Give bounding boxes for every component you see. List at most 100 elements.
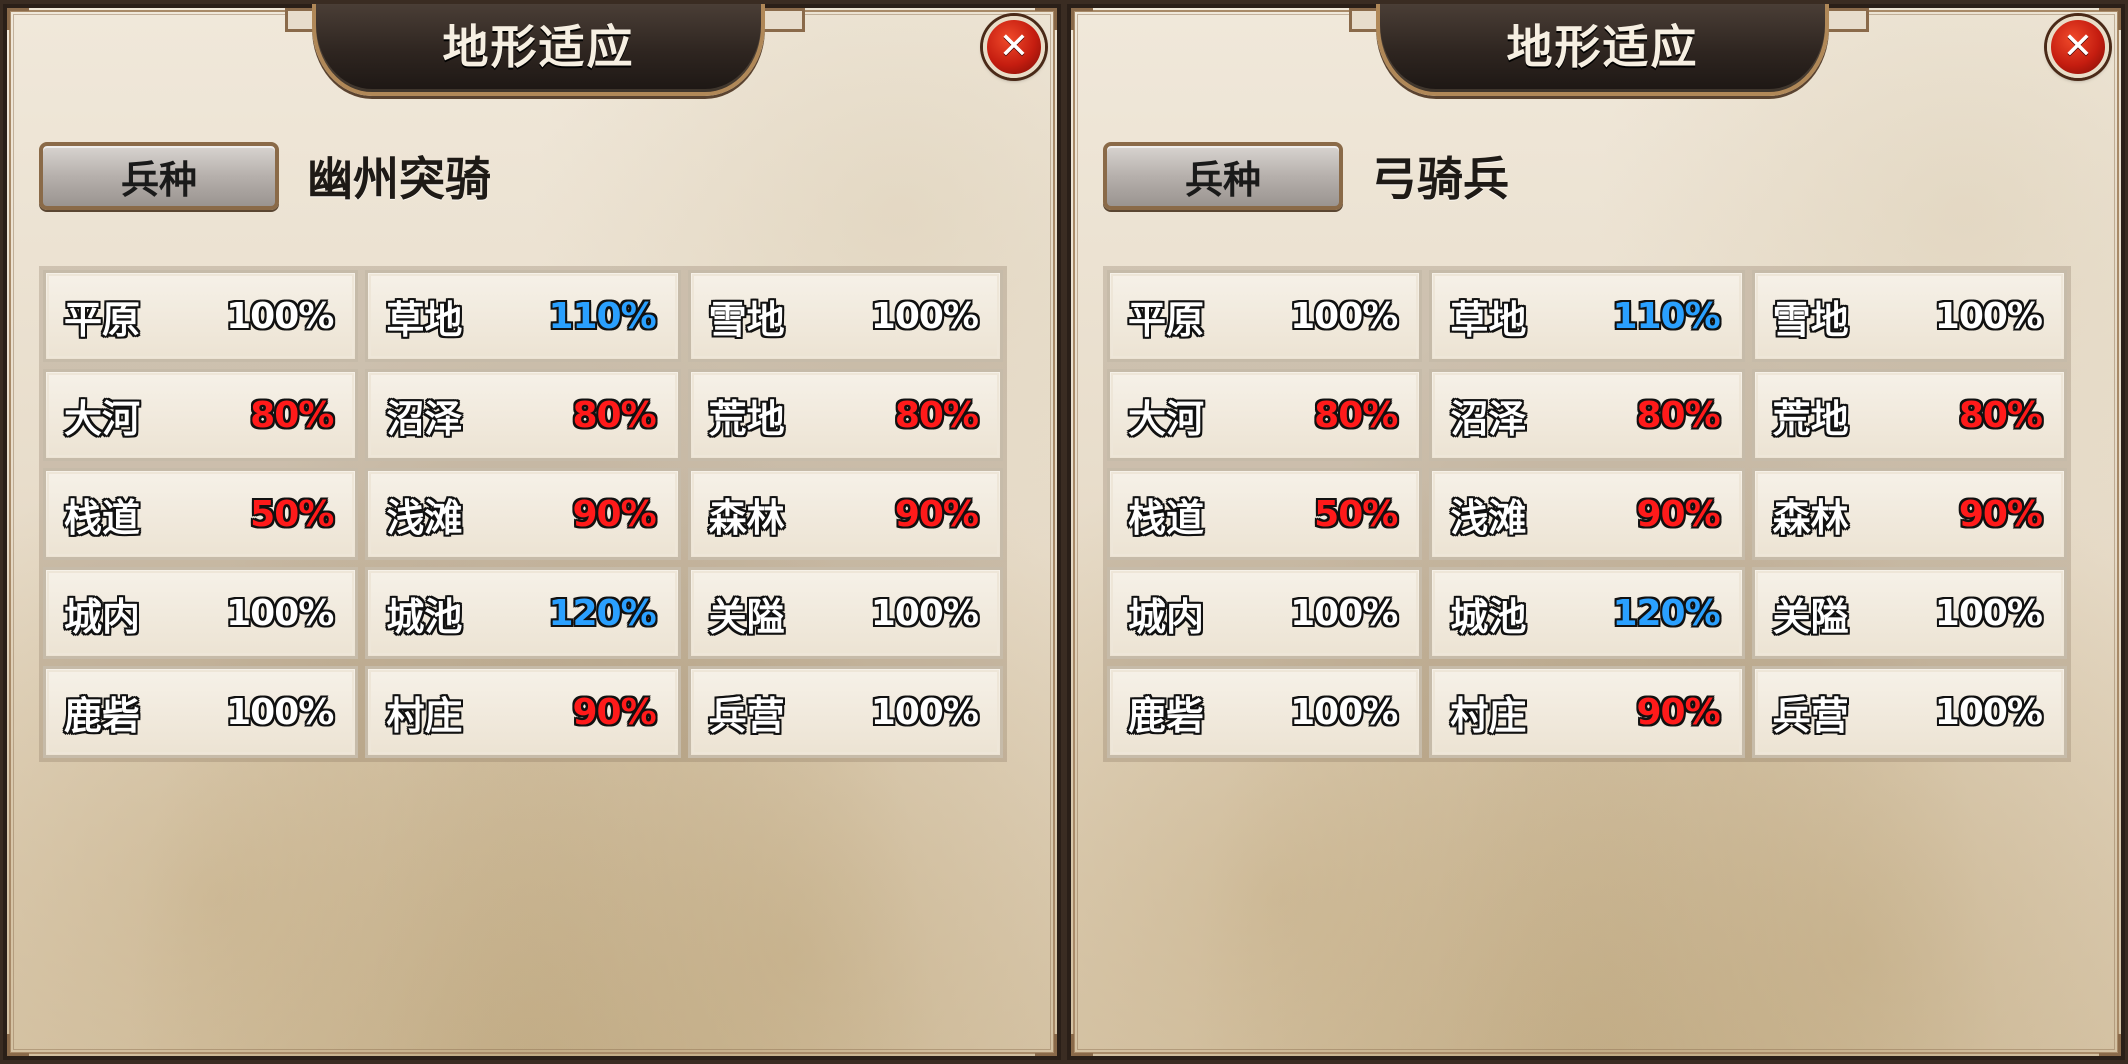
terrain-name: 村庄 xyxy=(1450,693,1527,738)
terrain-cell: 栈道 50% xyxy=(1107,468,1423,560)
terrain-value: 80% xyxy=(1314,394,1398,436)
terrain-name: 栈道 xyxy=(1128,495,1205,540)
terrain-name: 大河 xyxy=(64,396,141,441)
terrain-name: 草地 xyxy=(386,297,463,342)
terrain-value: 100% xyxy=(226,592,334,634)
terrain-name: 鹿砦 xyxy=(1128,693,1205,738)
terrain-value: 100% xyxy=(1934,691,2043,733)
terrain-cell: 森林 90% xyxy=(1751,468,2067,560)
terrain-cell: 城池 120% xyxy=(1429,567,1745,659)
terrain-cell: 沼泽 80% xyxy=(365,369,681,461)
terrain-cell: 草地 110% xyxy=(365,270,681,362)
terrain-value: 90% xyxy=(1636,691,1720,733)
terrain-cell: 荒地 80% xyxy=(687,369,1003,461)
terrain-cell: 栈道 50% xyxy=(43,468,359,560)
terrain-value: 100% xyxy=(870,691,979,733)
unit-name: 幽州突骑 xyxy=(307,152,491,206)
terrain-grid: 平原 100% 草地 110% 雪地 100% 大河 80% 沼泽 80% 荒地 80% 栈道 50% 浅滩… xyxy=(1103,266,2071,762)
corner-ornament xyxy=(7,1034,29,1056)
terrain-name: 兵营 xyxy=(1772,693,1849,738)
terrain-value: 100% xyxy=(226,295,334,337)
terrain-name: 城内 xyxy=(1128,594,1205,639)
panel-title: 地形适应 xyxy=(1506,20,1699,74)
terrain-value: 90% xyxy=(894,493,979,535)
terrain-cell: 沼泽 80% xyxy=(1429,369,1745,461)
terrain-value: 100% xyxy=(1934,295,2043,337)
unit-type-button[interactable]: 兵种 xyxy=(1103,142,1343,210)
terrain-value: 110% xyxy=(548,295,656,337)
terrain-cell: 荒地 80% xyxy=(1751,369,2067,461)
corner-ornament xyxy=(1035,8,1057,30)
panel-title: 地形适应 xyxy=(442,20,635,74)
terrain-cell: 大河 80% xyxy=(1107,369,1423,461)
corner-ornament xyxy=(1071,1034,1093,1056)
terrain-name: 大河 xyxy=(1128,396,1205,441)
terrain-cell: 平原 100% xyxy=(43,270,359,362)
terrain-panel: 地形适应 ✕ 兵种 幽州突骑 平原 100% 草地 110% 雪地 100% 大河 80% 沼泽… xyxy=(3,4,1061,1060)
terrain-name: 平原 xyxy=(1128,297,1205,342)
unit-row: 兵种 弓骑兵 xyxy=(1103,142,1509,210)
terrain-value: 100% xyxy=(870,295,979,337)
terrain-cell: 城内 100% xyxy=(43,567,359,659)
terrain-value: 80% xyxy=(1958,394,2043,436)
corner-ornament xyxy=(1035,1034,1057,1056)
terrain-name: 浅滩 xyxy=(1450,495,1527,540)
terrain-name: 荒地 xyxy=(1772,396,1849,441)
terrain-name: 草地 xyxy=(1450,297,1527,342)
terrain-name: 荒地 xyxy=(708,396,785,441)
terrain-panel: 地形适应 ✕ 兵种 弓骑兵 平原 100% 草地 110% 雪地 100% 大河 80% 沼泽 8… xyxy=(1067,4,2125,1060)
terrain-value: 50% xyxy=(250,493,334,535)
terrain-cell: 兵营 100% xyxy=(687,666,1003,758)
terrain-cell: 关隘 100% xyxy=(687,567,1003,659)
terrain-cell: 村庄 90% xyxy=(365,666,681,758)
terrain-name: 沼泽 xyxy=(386,396,463,441)
terrain-name: 雪地 xyxy=(1772,297,1849,342)
terrain-name: 浅滩 xyxy=(386,495,463,540)
terrain-name: 沼泽 xyxy=(1450,396,1527,441)
corner-ornament xyxy=(1071,8,1093,30)
terrain-cell: 雪地 100% xyxy=(687,270,1003,362)
corner-ornament xyxy=(2099,8,2121,30)
terrain-cell: 浅滩 90% xyxy=(365,468,681,560)
terrain-value: 100% xyxy=(226,691,334,733)
terrain-name: 兵营 xyxy=(708,693,785,738)
terrain-value: 90% xyxy=(572,691,656,733)
terrain-name: 雪地 xyxy=(708,297,785,342)
terrain-name: 栈道 xyxy=(64,495,141,540)
unit-name: 弓骑兵 xyxy=(1371,152,1509,206)
terrain-value: 120% xyxy=(548,592,656,634)
screen: 地形适应 ✕ 兵种 幽州突骑 平原 100% 草地 110% 雪地 100% 大河 80% 沼泽… xyxy=(0,0,2128,1064)
terrain-cell: 鹿砦 100% xyxy=(43,666,359,758)
unit-row: 兵种 幽州突骑 xyxy=(39,142,491,210)
terrain-name: 关隘 xyxy=(1772,594,1849,639)
terrain-name: 森林 xyxy=(1772,495,1849,540)
title-plaque: 地形适应 xyxy=(312,4,765,96)
terrain-cell: 城池 120% xyxy=(365,567,681,659)
close-button[interactable]: ✕ xyxy=(2047,16,2109,78)
terrain-value: 80% xyxy=(894,394,979,436)
close-icon: ✕ xyxy=(998,26,1030,67)
terrain-value: 80% xyxy=(250,394,334,436)
terrain-value: 100% xyxy=(1290,691,1398,733)
terrain-value: 90% xyxy=(1636,493,1720,535)
title-plaque: 地形适应 xyxy=(1376,4,1829,96)
terrain-value: 100% xyxy=(1290,295,1398,337)
terrain-value: 80% xyxy=(1636,394,1720,436)
terrain-name: 村庄 xyxy=(386,693,463,738)
corner-ornament xyxy=(7,8,29,30)
terrain-value: 100% xyxy=(870,592,979,634)
terrain-value: 90% xyxy=(1958,493,2043,535)
terrain-cell: 大河 80% xyxy=(43,369,359,461)
terrain-value: 110% xyxy=(1612,295,1720,337)
terrain-value: 80% xyxy=(572,394,656,436)
close-icon: ✕ xyxy=(2062,26,2094,67)
terrain-name: 鹿砦 xyxy=(64,693,141,738)
terrain-cell: 鹿砦 100% xyxy=(1107,666,1423,758)
corner-ornament xyxy=(2099,1034,2121,1056)
terrain-name: 关隘 xyxy=(708,594,785,639)
terrain-name: 城池 xyxy=(386,594,463,639)
close-button[interactable]: ✕ xyxy=(983,16,1045,78)
terrain-grid: 平原 100% 草地 110% 雪地 100% 大河 80% 沼泽 80% 荒地 80% 栈道 50% 浅滩… xyxy=(39,266,1007,762)
unit-type-button[interactable]: 兵种 xyxy=(39,142,279,210)
terrain-value: 90% xyxy=(572,493,656,535)
